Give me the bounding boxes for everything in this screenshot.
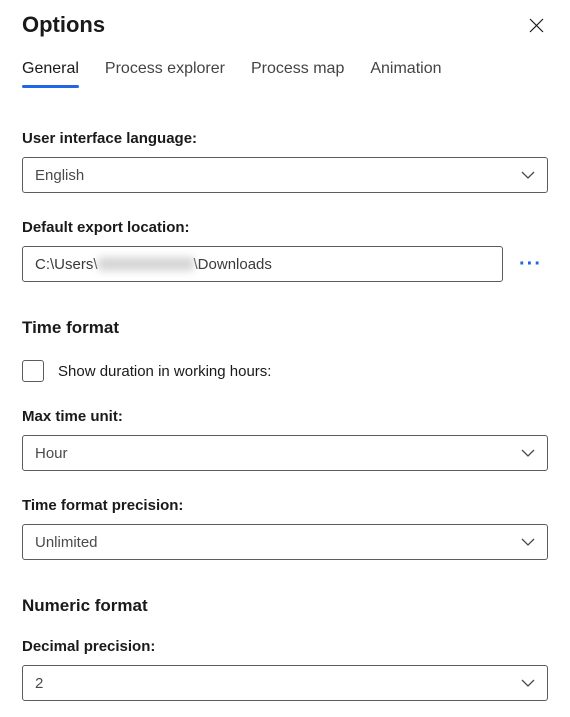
tab-general[interactable]: General — [22, 60, 79, 86]
max-time-unit-label: Max time unit: — [22, 408, 548, 425]
numeric-format-section-title: Numeric format — [22, 596, 548, 616]
decimal-precision-value: 2 — [35, 675, 43, 692]
time-format-precision-field: Time format precision: Unlimited — [22, 497, 548, 560]
tab-animation[interactable]: Animation — [370, 60, 441, 86]
time-format-precision-label: Time format precision: — [22, 497, 548, 514]
export-location-field: Default export location: C:\Users\ \Downl… — [22, 219, 548, 282]
export-location-input[interactable]: C:\Users\ \Downloads — [22, 246, 503, 282]
decimal-precision-dropdown[interactable]: 2 — [22, 665, 548, 701]
more-horizontal-icon: ··· — [519, 253, 542, 275]
close-button[interactable] — [524, 13, 548, 37]
browse-button[interactable]: ··· — [513, 253, 548, 276]
language-dropdown[interactable]: English — [22, 157, 548, 193]
max-time-unit-dropdown[interactable]: Hour — [22, 435, 548, 471]
language-value: English — [35, 167, 84, 184]
tab-process-map[interactable]: Process map — [251, 60, 344, 86]
chevron-down-icon — [521, 449, 535, 457]
dialog-title: Options — [22, 12, 105, 38]
max-time-unit-field: Max time unit: Hour — [22, 408, 548, 471]
chevron-down-icon — [521, 679, 535, 687]
export-path-prefix: C:\Users\ — [35, 256, 98, 273]
export-path-redacted — [98, 257, 194, 271]
decimal-precision-field: Decimal precision: 2 — [22, 638, 548, 701]
working-hours-row: Show duration in working hours: — [22, 360, 548, 382]
export-path-suffix: \Downloads — [194, 256, 272, 273]
time-format-precision-value: Unlimited — [35, 534, 98, 551]
language-field: User interface language: English — [22, 130, 548, 193]
time-format-precision-dropdown[interactable]: Unlimited — [22, 524, 548, 560]
export-location-label: Default export location: — [22, 219, 548, 236]
chevron-down-icon — [521, 171, 535, 179]
close-icon — [529, 18, 544, 33]
working-hours-label: Show duration in working hours: — [58, 363, 271, 380]
language-label: User interface language: — [22, 130, 548, 147]
working-hours-checkbox[interactable] — [22, 360, 44, 382]
tab-bar: General Process explorer Process map Ani… — [22, 60, 548, 86]
decimal-precision-label: Decimal precision: — [22, 638, 548, 655]
tab-process-explorer[interactable]: Process explorer — [105, 60, 225, 86]
dialog-header: Options — [22, 12, 548, 38]
max-time-unit-value: Hour — [35, 445, 68, 462]
chevron-down-icon — [521, 538, 535, 546]
time-format-section-title: Time format — [22, 318, 548, 338]
